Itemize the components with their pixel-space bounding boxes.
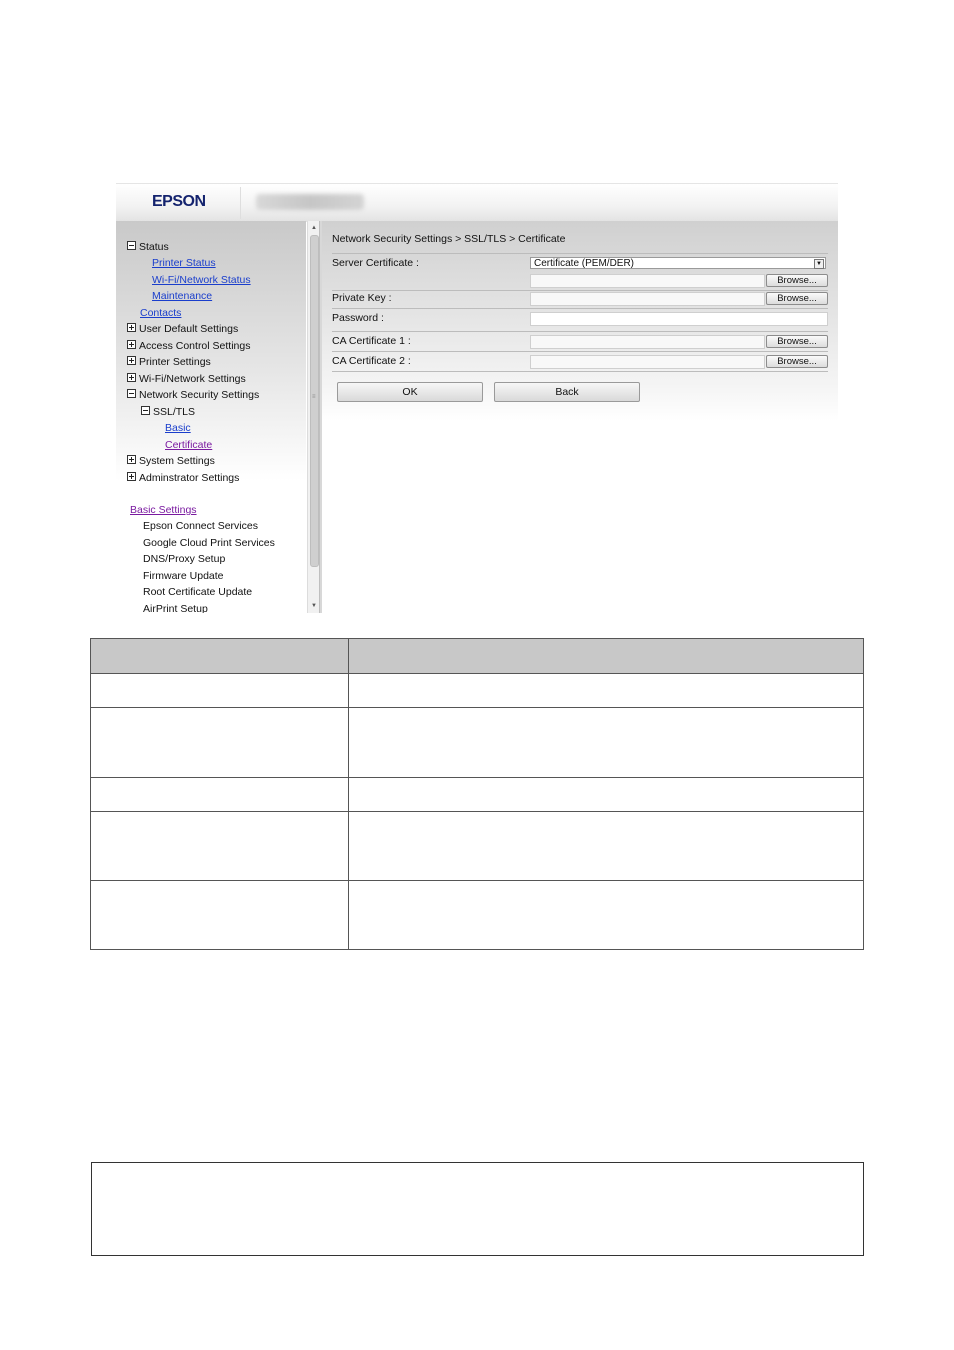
sidebar-item-label: Access Control Settings [139,340,251,352]
sidebar-item-label: User Default Settings [139,323,239,335]
expand-icon[interactable] [127,340,136,349]
sidebar-link-certificate[interactable]: Certificate [165,439,212,451]
sidebar-item-epson-connect-services[interactable]: Epson Connect Services [143,520,258,532]
scroll-grip-icon: ≡ [312,394,316,400]
scroll-down-arrow-icon[interactable]: ▼ [310,601,318,611]
expand-icon[interactable] [127,455,136,464]
sidebar-item-label: Printer Settings [139,356,211,368]
table-row [90,673,865,708]
divider-line [332,253,828,254]
sidebar-nav: Status Printer Status Wi-Fi/Network Stat… [116,221,306,613]
breadcrumb: Network Security Settings > SSL/TLS > Ce… [332,233,566,245]
sidebar-item-label: Wi-Fi/Network Settings [139,373,246,385]
sidebar-link-printer-status[interactable]: Printer Status [152,257,216,269]
sidebar-item-network-security-settings[interactable]: Network Security Settings [127,389,259,401]
table-cell [90,811,349,881]
main-content: Network Security Settings > SSL/TLS > Ce… [322,221,838,613]
table-cell [347,811,865,881]
ca-certificate-1-browse-button[interactable]: Browse... [766,335,828,348]
ca-certificate-2-browse-button[interactable]: Browse... [766,355,828,368]
sidebar-item-system-settings[interactable]: System Settings [127,455,215,467]
server-certificate-browse-button[interactable]: Browse... [766,274,828,287]
sidebar-item-user-default-settings[interactable]: User Default Settings [127,323,238,335]
server-certificate-label: Server Certificate : [332,257,419,269]
password-field[interactable] [530,312,828,326]
sidebar-item-airprint-setup[interactable]: AirPrint Setup [143,603,208,613]
private-key-file-field[interactable] [530,292,765,306]
ca-certificate-2-label: CA Certificate 2 : [332,355,411,367]
sidebar-link-contacts[interactable]: Contacts [140,307,181,319]
table-cell [347,707,865,778]
table-row [90,880,865,950]
note-box [91,1162,864,1256]
expand-icon[interactable] [127,323,136,332]
collapse-icon[interactable] [141,406,150,415]
sidebar-item-printer-settings[interactable]: Printer Settings [127,356,211,368]
settings-description-table [90,638,865,950]
epson-logo: EPSON [152,193,206,210]
sidebar-item-administrator-settings[interactable]: Adminstrator Settings [127,472,239,484]
ca-certificate-1-file-field[interactable] [530,335,765,349]
server-certificate-select[interactable]: Certificate (PEM/DER) ▼ [530,257,826,269]
header-separator [240,187,241,219]
expand-icon[interactable] [127,373,136,382]
sidebar-item-ssl-tls[interactable]: SSL/TLS [141,406,195,418]
password-label: Password : [332,312,384,324]
divider-line [332,371,828,372]
header-banner: EPSON [116,183,838,222]
table-cell [347,880,865,950]
blurred-model-name [256,194,364,210]
table-row [90,811,865,881]
table-cell [347,673,865,708]
ca-certificate-1-label: CA Certificate 1 : [332,335,411,347]
ca-certificate-2-file-field[interactable] [530,355,765,369]
table-cell [347,777,865,812]
table-row [90,707,865,778]
server-certificate-selected-value: Certificate (PEM/DER) [534,258,635,269]
sidebar-item-dns-proxy-setup[interactable]: DNS/Proxy Setup [143,553,225,565]
sidebar-item-label: Status [139,241,169,253]
sidebar-item-google-cloud-print-services[interactable]: Google Cloud Print Services [143,537,275,549]
table-cell [90,880,349,950]
table-cell [90,777,349,812]
sidebar-item-status[interactable]: Status [127,241,169,253]
table-header-row [90,638,865,674]
scrollbar-thumb[interactable]: ≡ [310,235,319,567]
table-cell [90,673,349,708]
sidebar-item-wifi-network-settings[interactable]: Wi-Fi/Network Settings [127,373,246,385]
collapse-icon[interactable] [127,241,136,250]
private-key-label: Private Key : [332,292,392,304]
sidebar-item-label: System Settings [139,455,215,467]
private-key-browse-button[interactable]: Browse... [766,292,828,305]
sidebar-link-maintenance[interactable]: Maintenance [152,290,212,302]
scroll-up-arrow-icon[interactable]: ▲ [310,223,318,233]
sidebar-item-label: Adminstrator Settings [139,472,240,484]
collapse-icon[interactable] [127,389,136,398]
divider-line [332,351,828,352]
table-row [90,777,865,812]
divider-line [332,290,828,291]
chevron-down-icon[interactable]: ▼ [814,259,824,269]
table-header-cell [90,638,349,674]
expand-icon[interactable] [127,356,136,365]
server-certificate-file-field[interactable] [530,274,765,288]
divider-line [332,308,828,309]
back-button[interactable]: Back [494,382,640,402]
sidebar-item-label: Network Security Settings [139,389,260,401]
sidebar-item-root-certificate-update[interactable]: Root Certificate Update [143,586,252,598]
table-header-cell [347,638,865,674]
sidebar-link-basic[interactable]: Basic [165,422,191,434]
table-cell [90,707,349,778]
sidebar-link-wifi-network-status[interactable]: Wi-Fi/Network Status [152,274,251,286]
divider-line [332,331,828,332]
sidebar-link-basic-settings[interactable]: Basic Settings [130,504,197,516]
web-config-screenshot: EPSON Status Printer Status Wi-Fi/Networ… [116,183,838,613]
expand-icon[interactable] [127,472,136,481]
sidebar-item-firmware-update[interactable]: Firmware Update [143,570,224,582]
sidebar-item-access-control-settings[interactable]: Access Control Settings [127,340,250,352]
ok-button[interactable]: OK [337,382,483,402]
sidebar-item-label: SSL/TLS [153,406,196,418]
